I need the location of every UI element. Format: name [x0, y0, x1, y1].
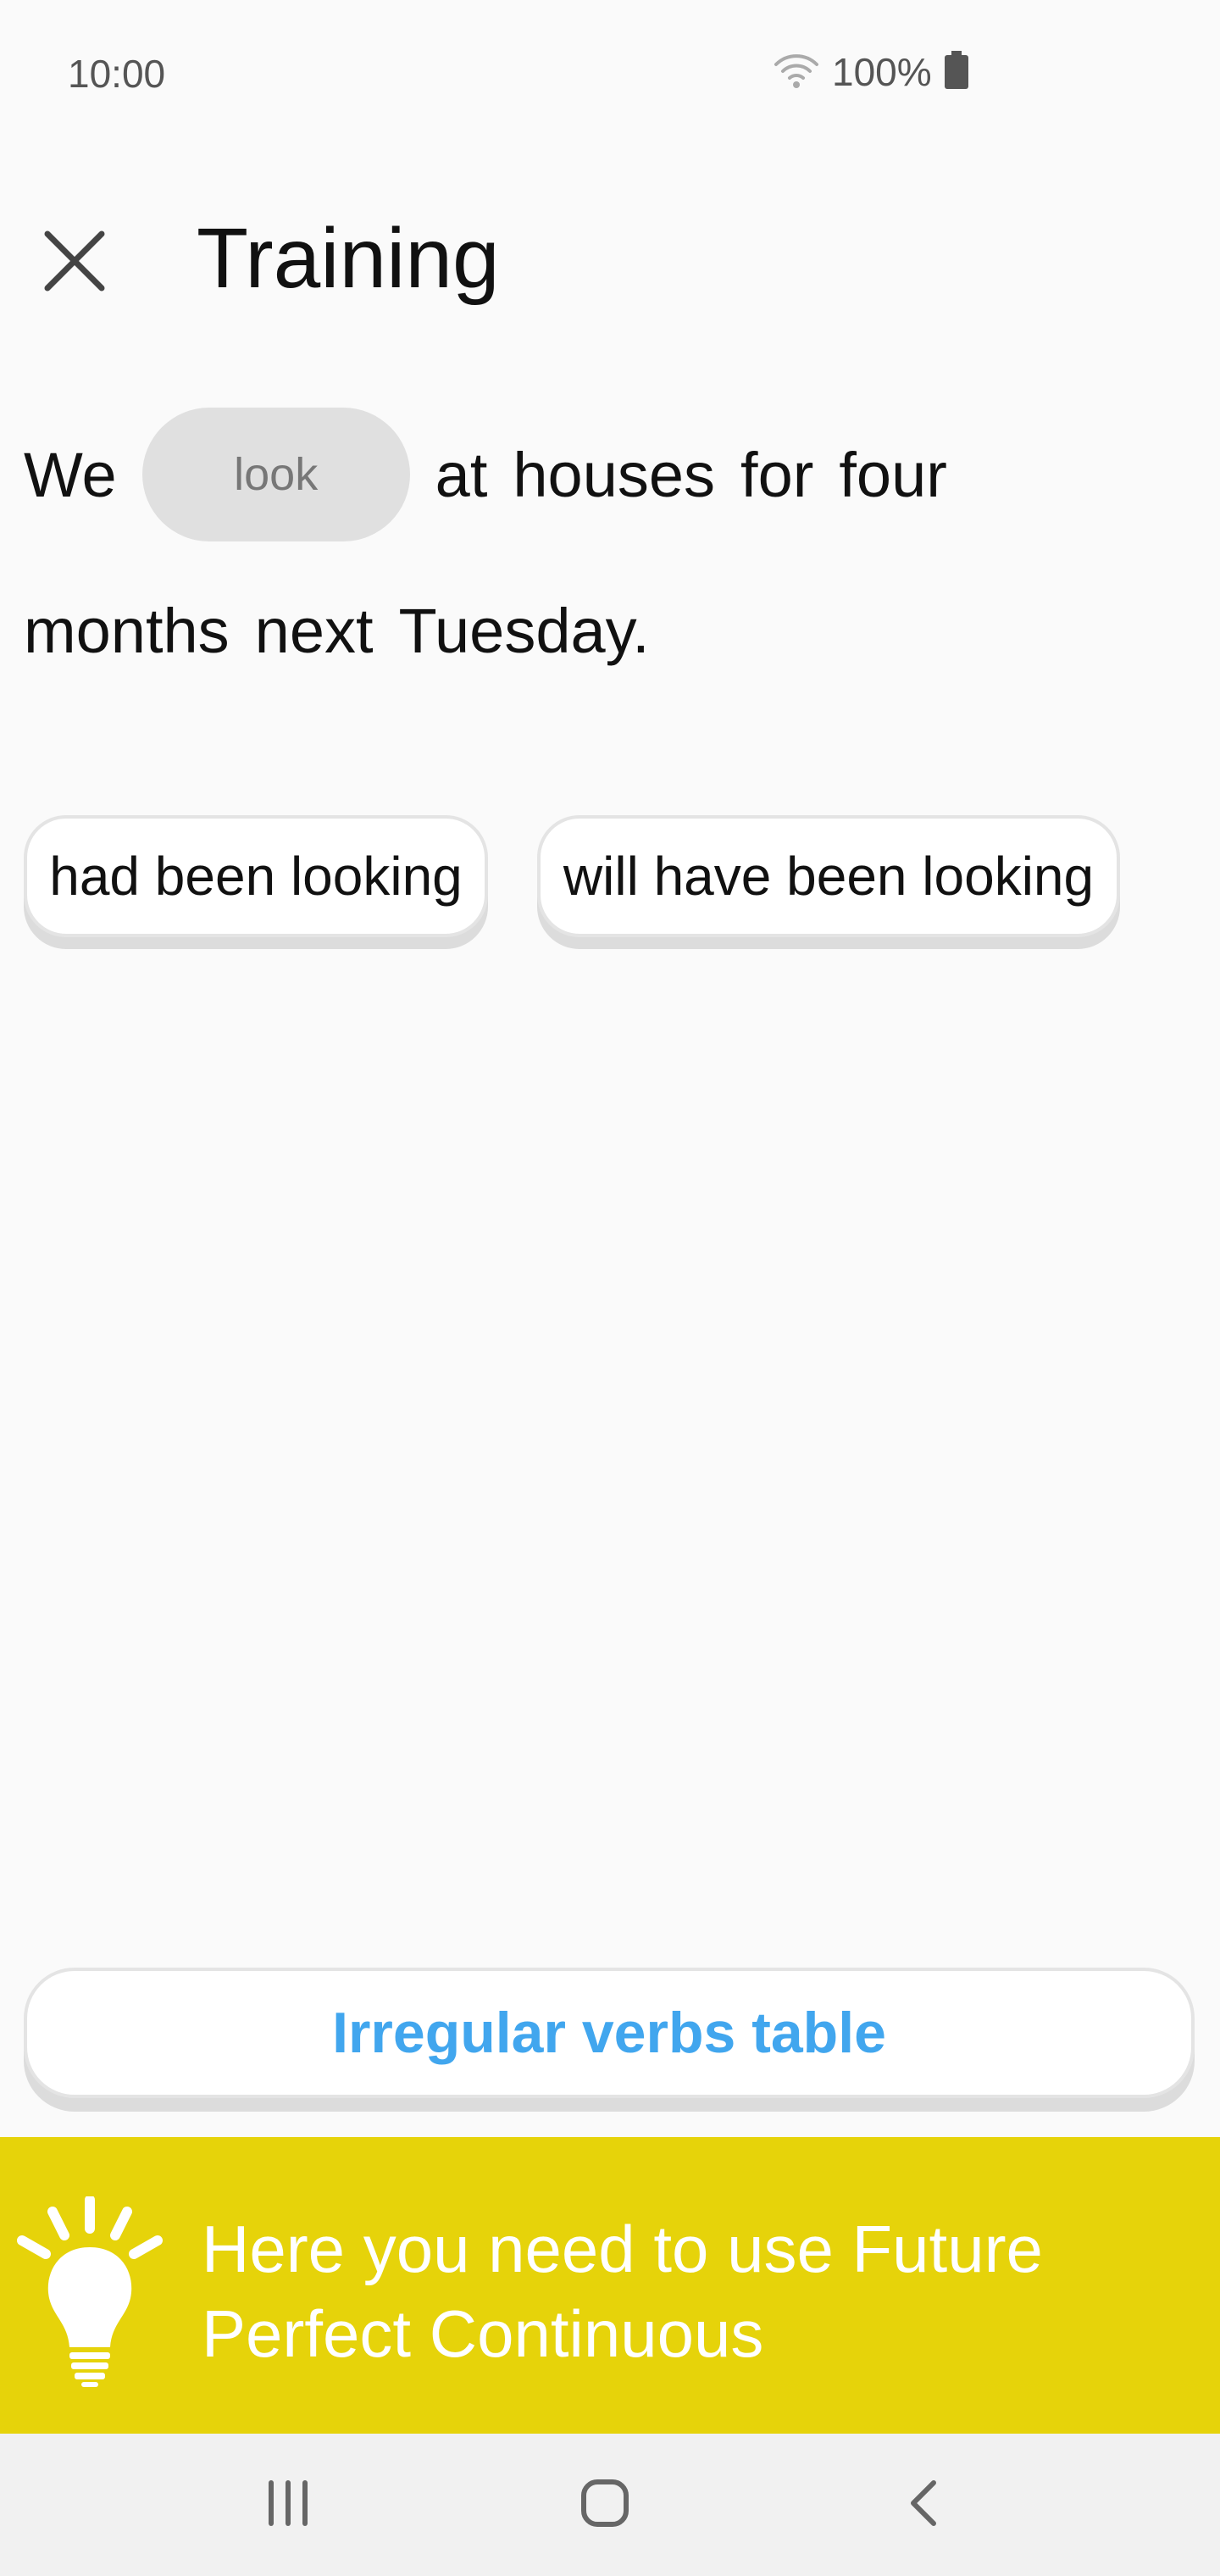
- status-bar: 10:00 100%: [0, 0, 1220, 153]
- close-button[interactable]: [30, 219, 119, 307]
- back-icon: [905, 2478, 942, 2533]
- wifi-icon: [773, 51, 820, 94]
- hint-text-line: Here you need to use Future: [202, 2212, 1043, 2286]
- close-icon: [44, 230, 105, 296]
- irregular-verbs-button[interactable]: Irregular verbs table: [24, 1968, 1195, 2098]
- sentence-word: for: [740, 439, 814, 510]
- sentence-word: Tuesday.: [398, 595, 650, 666]
- battery-icon: [944, 50, 969, 94]
- answer-blank[interactable]: look: [141, 408, 410, 541]
- page-title: Training: [197, 211, 500, 306]
- app-header: Training: [0, 195, 1220, 322]
- recent-apps-icon: [263, 2479, 313, 2531]
- status-time: 10:00: [68, 52, 166, 96]
- blank-hint: look: [234, 449, 319, 500]
- recent-apps-button[interactable]: [252, 2469, 324, 2540]
- sentence-word: next: [254, 595, 374, 666]
- system-nav-bar: [0, 2434, 1220, 2576]
- option-button[interactable]: will have been looking: [537, 815, 1120, 937]
- option-button[interactable]: had been looking: [24, 815, 488, 937]
- exercise-sentence: We look at houses for four months next T…: [24, 398, 1193, 707]
- battery-percentage: 100%: [832, 50, 932, 94]
- status-indicators: 100%: [773, 49, 969, 95]
- sentence-word: houses: [513, 439, 716, 510]
- home-icon: [580, 2478, 630, 2533]
- training-screen: 10:00 100% Training We look at houses fo…: [0, 0, 1220, 2576]
- sentence-word: at: [435, 439, 488, 510]
- sentence-line-1: We look at houses for four: [24, 398, 1193, 551]
- sentence-word: four: [839, 439, 947, 510]
- hint-text: Here you need to use Future Perfect Cont…: [202, 2207, 1193, 2376]
- sentence-word: We: [24, 439, 117, 510]
- hint-banner: Here you need to use Future Perfect Cont…: [0, 2137, 1220, 2434]
- lightbulb-icon: [15, 2195, 164, 2388]
- home-button[interactable]: [569, 2469, 640, 2540]
- answer-options: had been looking will have been looking: [24, 815, 1120, 937]
- irregular-verbs-label: Irregular verbs table: [332, 2001, 886, 2065]
- sentence-line-2: months next Tuesday.: [24, 554, 1193, 707]
- sentence-word: months: [24, 595, 230, 666]
- back-button[interactable]: [888, 2469, 959, 2540]
- hint-text-line: Perfect Continuous: [202, 2296, 764, 2371]
